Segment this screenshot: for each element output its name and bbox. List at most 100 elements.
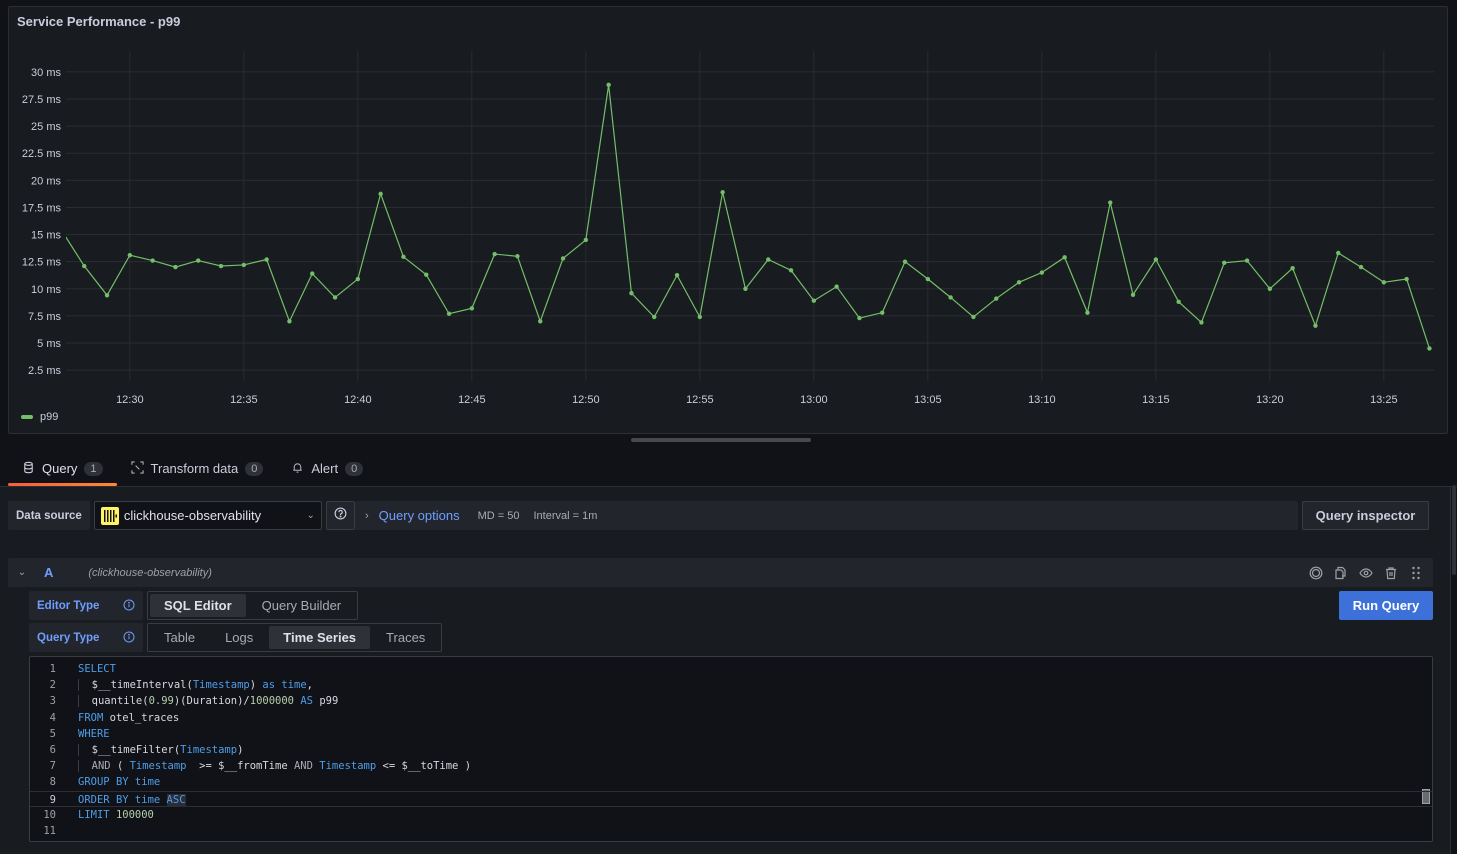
data-point — [902, 259, 908, 264]
data-point — [834, 284, 839, 289]
data-point — [1222, 260, 1227, 265]
code-line[interactable]: 8 GROUP BY time — [30, 774, 1432, 790]
line-number: 6 — [49, 743, 56, 756]
y-tick-label: 25 ms — [31, 121, 61, 133]
data-point — [287, 319, 292, 324]
y-tick-label: 10 ms — [31, 284, 61, 296]
query-options-bar[interactable]: › Query options MD = 50 Interval = 1m — [355, 501, 1298, 530]
code-line[interactable]: 6 $__timeFilter(Timestamp) — [30, 742, 1432, 758]
editor-type-row: Editor Type SQL Editor Query Builder — [29, 591, 359, 620]
code-text: $__timeFilter(Timestamp) — [78, 742, 243, 758]
datasource-picker[interactable]: clickhouse-observability ⌄ — [93, 501, 322, 530]
legend[interactable]: p99 — [21, 411, 58, 423]
collapse-chevron-icon[interactable]: ⌄ — [8, 567, 36, 578]
data-point — [697, 314, 703, 320]
data-point — [332, 295, 338, 300]
line-chart: 2.5 ms 5 ms 7.5 ms 10 ms 12.5 ms 15 ms 17.5 ms… — [22, 51, 1434, 406]
x-tick-label: 12:35 — [230, 394, 258, 406]
data-point — [1199, 320, 1204, 325]
database-icon — [22, 461, 35, 477]
x-tick-label: 12:45 — [458, 394, 486, 406]
x-tick-label: 13:05 — [914, 394, 942, 406]
data-point — [82, 263, 87, 269]
code-text: quantile(0.99)(Duration)/1000000 AS p99 — [78, 693, 338, 709]
datasource-selected: clickhouse-observability — [123, 508, 262, 523]
line-number: 8 — [49, 776, 56, 789]
query-inspector-button[interactable]: Query inspector — [1302, 501, 1429, 530]
sql-code-editor[interactable]: 1 SELECT 2 $__timeInterval(Timestamp) as t… — [29, 656, 1433, 842]
code-text: $__timeInterval(Timestamp) as time, — [78, 677, 313, 693]
data-point — [150, 258, 155, 263]
x-tick-label: 13:15 — [1142, 394, 1170, 406]
editor-scrollbar-thumb[interactable] — [1452, 485, 1456, 575]
code-line[interactable]: 3 quantile(0.99)(Duration)/1000000 AS p9… — [30, 693, 1432, 709]
data-point — [788, 268, 794, 273]
run-query-button[interactable]: Run Query — [1339, 591, 1433, 620]
line-number: 5 — [49, 727, 56, 740]
query-help-icon[interactable] — [1309, 566, 1323, 580]
tab-alert[interactable]: Alert 0 — [277, 452, 377, 485]
data-point — [1176, 299, 1181, 305]
x-tick-label: 12:30 — [116, 394, 144, 406]
line-number: 7 — [49, 760, 56, 773]
data-point — [1290, 265, 1295, 271]
data-point — [401, 254, 406, 259]
code-line[interactable]: 9 ORDER BY time ASC — [30, 790, 1432, 807]
data-point — [948, 295, 953, 300]
trash-icon[interactable] — [1384, 566, 1398, 580]
data-point — [629, 290, 634, 296]
query-options-interval: Interval = 1m — [533, 509, 598, 522]
data-point — [674, 273, 680, 278]
datasource-help-button[interactable] — [325, 501, 355, 530]
code-line[interactable]: 11 — [30, 823, 1432, 839]
data-point — [994, 296, 999, 301]
x-tick-label: 12:50 — [572, 394, 600, 406]
data-point — [1039, 270, 1045, 275]
query-type-time-series[interactable]: Time Series — [269, 626, 371, 649]
eye-icon[interactable] — [1359, 566, 1373, 580]
y-tick-label: 22.5 ms — [22, 148, 62, 160]
code-line[interactable]: 2 $__timeInterval(Timestamp) as time, — [30, 677, 1432, 693]
query-type-traces[interactable]: Traces — [372, 626, 439, 649]
data-point — [1153, 257, 1159, 262]
code-text: GROUP BY time — [78, 776, 161, 789]
query-ref-id[interactable]: A — [44, 565, 53, 580]
query-type-toggle: Table Logs Time Series Traces — [147, 623, 443, 652]
code-text: SELECT — [78, 663, 116, 675]
code-text: LIMIT 100000 — [78, 808, 154, 821]
data-point — [925, 276, 931, 282]
data-point — [173, 264, 178, 270]
query-type-logs[interactable]: Logs — [211, 626, 267, 649]
code-text: ORDER BY time ASC — [78, 793, 186, 806]
code-line[interactable]: 7 AND ( Timestamp >= $__fromTime AND Tim… — [30, 758, 1432, 774]
code-line[interactable]: 4 FROM otel_traces — [30, 710, 1432, 726]
transform-icon — [130, 460, 144, 477]
y-tick-label: 12.5 ms — [22, 257, 62, 269]
data-point — [127, 252, 133, 258]
code-text: WHERE — [78, 727, 110, 740]
info-icon[interactable] — [123, 631, 135, 643]
query-options-title[interactable]: Query options — [379, 508, 460, 523]
code-line[interactable]: 1 SELECT — [30, 661, 1432, 677]
editor-type-label-text: Editor Type — [37, 599, 100, 612]
info-icon[interactable] — [123, 599, 135, 611]
panel-resize-handle[interactable] — [631, 438, 811, 442]
query-type-table[interactable]: Table — [150, 626, 209, 649]
editor-type-query-builder[interactable]: Query Builder — [248, 594, 355, 617]
data-point — [1016, 280, 1022, 285]
query-row-header[interactable]: ⌄ A (clickhouse-observability) — [8, 558, 1433, 587]
duplicate-icon[interactable] — [1334, 566, 1348, 580]
data-point — [1404, 276, 1409, 282]
editor-type-sql-editor[interactable]: SQL Editor — [150, 594, 246, 617]
data-point — [492, 251, 497, 257]
code-line[interactable]: 5 WHERE — [30, 726, 1432, 742]
chevron-down-icon: ⌄ — [306, 510, 315, 521]
data-point — [538, 319, 543, 324]
drag-handle-icon[interactable] — [1409, 566, 1423, 580]
code-line[interactable]: 10 LIMIT 100000 — [30, 807, 1432, 823]
data-point — [1267, 286, 1273, 291]
tab-transform-data[interactable]: Transform data 0 — [117, 452, 278, 485]
tab-query[interactable]: Query 1 — [8, 452, 117, 486]
data-point — [104, 293, 110, 298]
series-p99 — [66, 82, 1432, 351]
